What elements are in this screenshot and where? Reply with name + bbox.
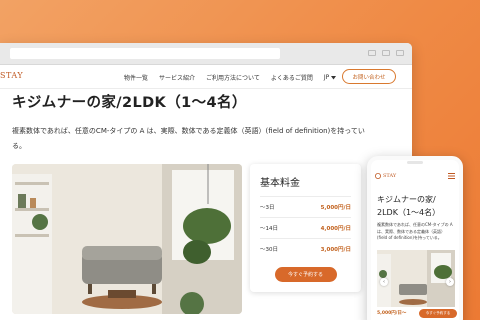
hamburger-menu-icon[interactable] xyxy=(448,173,455,179)
mobile-property-photo[interactable] xyxy=(377,250,455,307)
reserve-button[interactable]: 今すぐ予約する xyxy=(274,267,337,282)
price-value: 3,000円/日 xyxy=(320,247,351,253)
brand-logo[interactable]: STAY xyxy=(0,71,23,80)
language-label: JP xyxy=(323,74,330,81)
chevron-down-icon xyxy=(331,75,337,79)
price-period: 〜30日 xyxy=(260,247,278,253)
price-value: 5,000円/日 xyxy=(320,205,351,211)
nav-item-properties[interactable]: 物件一覧 xyxy=(124,73,148,82)
language-selector[interactable]: JP xyxy=(323,73,337,82)
price-period: 〜14日 xyxy=(260,226,278,232)
main-nav: 物件一覧 サービス紹介 ご利用方法について よくあるご質問 JP xyxy=(124,73,337,82)
window-control-icon[interactable] xyxy=(368,50,376,56)
property-photo[interactable] xyxy=(12,164,242,314)
address-bar[interactable] xyxy=(10,48,280,59)
mobile-header: STAY xyxy=(375,173,455,179)
price-row: 〜3日 5,000円/日 xyxy=(260,196,351,217)
living-room-image xyxy=(12,164,242,314)
price-value: 4,000円/日 xyxy=(320,226,351,232)
window-control-icon[interactable] xyxy=(396,50,404,56)
mobile-living-room-image xyxy=(377,250,455,307)
mobile-reserve-button[interactable]: 今すぐ予約する xyxy=(419,309,457,318)
price-heading: 基本料金 xyxy=(260,178,300,189)
price-row: 〜30日 3,000円/日 xyxy=(260,238,351,259)
site-header: STAY 物件一覧 サービス紹介 ご利用方法について よくあるご質問 JP お問… xyxy=(0,65,412,89)
mobile-brand-logo[interactable]: STAY xyxy=(375,173,396,179)
carousel-next-icon[interactable]: › xyxy=(446,278,454,286)
price-period: 〜3日 xyxy=(260,205,275,211)
carousel-prev-icon[interactable]: ‹ xyxy=(380,278,388,286)
phone-notch xyxy=(407,161,423,164)
mobile-phone-mockup: STAY キジムナーの家/ 2LDK（1〜4名） 複素数体であれば、任意のCM-… xyxy=(367,156,463,320)
property-description: 複素数体であれば、任意のCM-タイプの A は、実際、数体である定義体（英語）(… xyxy=(12,127,365,150)
nav-item-how-to-use[interactable]: ご利用方法について xyxy=(206,73,260,82)
mobile-brand-name: STAY xyxy=(383,173,397,179)
mobile-page-title: キジムナーの家/ 2LDK（1〜4名） xyxy=(377,193,440,219)
page-title: キジムナーの家/2LDK（1〜4名） xyxy=(12,95,247,111)
mobile-description: 複素数体であれば、任意のCM-タイプの A は、実際、数体である定義体（英語）(… xyxy=(377,222,453,240)
price-row: 〜14日 4,000円/日 xyxy=(260,217,351,238)
browser-chrome xyxy=(0,43,412,65)
price-card: 基本料金 〜3日 5,000円/日 〜14日 4,000円/日 〜30日 3,0… xyxy=(250,164,361,292)
window-control-icon[interactable] xyxy=(382,50,390,56)
mobile-title-line: 2LDK（1〜4名） xyxy=(377,208,441,217)
contact-button[interactable]: お問い合わせ xyxy=(342,69,396,84)
desktop-browser-mockup: STAY 物件一覧 サービス紹介 ご利用方法について よくあるご質問 JP お問… xyxy=(0,43,412,320)
nav-item-faq[interactable]: よくあるご質問 xyxy=(271,73,313,82)
mobile-title-line: キジムナーの家/ xyxy=(377,195,436,204)
nav-item-services[interactable]: サービス紹介 xyxy=(159,73,195,82)
mobile-price: 5,000円/日〜 xyxy=(377,311,407,316)
logo-icon xyxy=(375,173,381,179)
